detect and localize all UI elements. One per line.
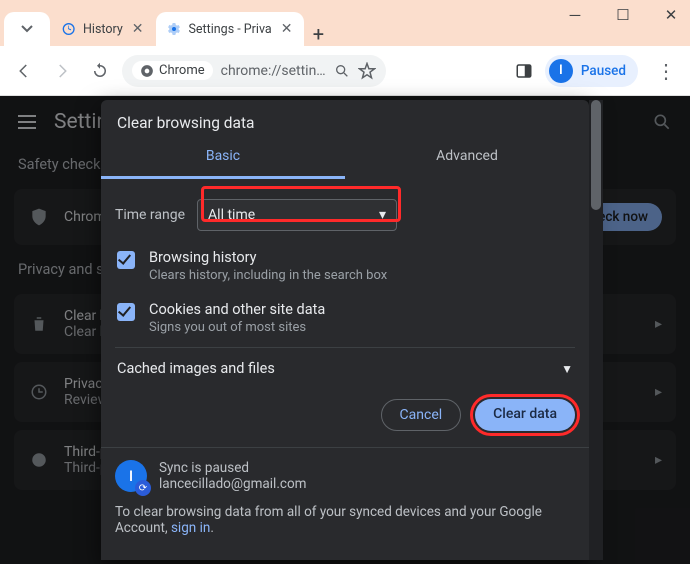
dialog-footer: I⟳ Sync is paused lancecillado@gmail.com…: [101, 447, 589, 536]
option-cached-collapsed[interactable]: Cached images and files ▼: [115, 352, 575, 383]
select-value: All time: [208, 207, 255, 223]
minimize-button[interactable]: ─: [562, 6, 588, 24]
checkbox-checked[interactable]: [117, 251, 135, 269]
option-cookies[interactable]: Cookies and other site data Signs you ou…: [115, 291, 575, 343]
option-title: Cached images and files: [117, 360, 275, 377]
reload-button[interactable]: [84, 55, 116, 87]
tab-advanced[interactable]: Advanced: [345, 138, 589, 179]
sign-in-link[interactable]: sign in: [171, 520, 210, 536]
dialog-actions: Cancel Clear data: [101, 387, 589, 447]
site-chip: Chrome: [132, 61, 213, 80]
star-icon[interactable]: [358, 62, 376, 80]
scrollbar[interactable]: [589, 100, 603, 560]
chrome-icon: [140, 64, 154, 78]
maximize-button[interactable]: ☐: [610, 6, 636, 24]
dialog-title: Clear browsing data: [101, 100, 589, 138]
tab-history[interactable]: History ✕: [50, 12, 156, 46]
sync-badge-icon: ⟳: [135, 480, 151, 496]
footer-text: To clear browsing data from all of your …: [115, 504, 575, 536]
tab-title: Settings - Priva: [189, 22, 272, 37]
browser-tabstrip: History ✕ Settings - Priva ✕ + ─ ☐ ✕: [0, 0, 690, 46]
profile-paused-chip[interactable]: I Paused: [545, 55, 638, 87]
dialog-tabs: Basic Advanced: [101, 138, 589, 179]
checkbox-checked[interactable]: [117, 303, 135, 321]
menu-button[interactable]: ⋮: [650, 59, 682, 83]
tab-basic[interactable]: Basic: [101, 138, 345, 179]
url-text: chrome://settin…: [221, 63, 326, 79]
clear-data-button[interactable]: Clear data: [475, 399, 575, 431]
clear-browsing-data-dialog: Clear browsing data Basic Advanced Time …: [101, 100, 589, 560]
avatar: I⟳: [115, 460, 147, 492]
dropdown-arrow-icon: ▾: [379, 207, 386, 223]
window-controls: ─ ☐ ✕: [562, 6, 684, 24]
paused-label: Paused: [581, 63, 626, 79]
browser-toolbar: Chrome chrome://settin… I Paused ⋮: [0, 46, 690, 96]
zoom-icon[interactable]: [334, 63, 350, 79]
gear-icon: [166, 21, 182, 37]
option-title: Browsing history: [149, 249, 387, 266]
close-icon[interactable]: ✕: [279, 21, 295, 37]
forward-button[interactable]: [46, 55, 78, 87]
divider: [115, 347, 575, 348]
back-button[interactable]: [8, 55, 40, 87]
history-icon: [60, 21, 76, 37]
close-icon[interactable]: ✕: [130, 21, 146, 37]
chevron-down-icon: [21, 25, 33, 33]
address-bar[interactable]: Chrome chrome://settin…: [122, 55, 386, 87]
close-window-button[interactable]: ✕: [658, 6, 684, 24]
sync-status: Sync is paused: [159, 460, 307, 476]
tab-search-button[interactable]: [4, 12, 50, 46]
site-chip-label: Chrome: [159, 63, 205, 78]
sync-email: lancecillado@gmail.com: [159, 476, 307, 492]
option-title: Cookies and other site data: [149, 301, 325, 318]
chevron-down-icon: ▼: [561, 362, 573, 376]
dialog-scrim: Clear browsing data Basic Advanced Time …: [0, 96, 690, 564]
time-range-select[interactable]: All time ▾: [197, 199, 397, 231]
side-panel-icon[interactable]: [515, 62, 533, 80]
tab-settings[interactable]: Settings - Priva ✕: [156, 12, 305, 46]
option-subtitle: Clears history, including in the search …: [149, 268, 387, 283]
option-subtitle: Signs you out of most sites: [149, 320, 325, 335]
new-tab-button[interactable]: +: [304, 22, 332, 46]
avatar-icon: I: [549, 59, 573, 83]
tab-title: History: [83, 22, 123, 37]
dialog-body: Time range All time ▾ Browsing history C…: [101, 179, 589, 387]
time-range-label: Time range: [115, 207, 185, 223]
cancel-button[interactable]: Cancel: [381, 399, 462, 431]
option-browsing-history[interactable]: Browsing history Clears history, includi…: [115, 239, 575, 291]
